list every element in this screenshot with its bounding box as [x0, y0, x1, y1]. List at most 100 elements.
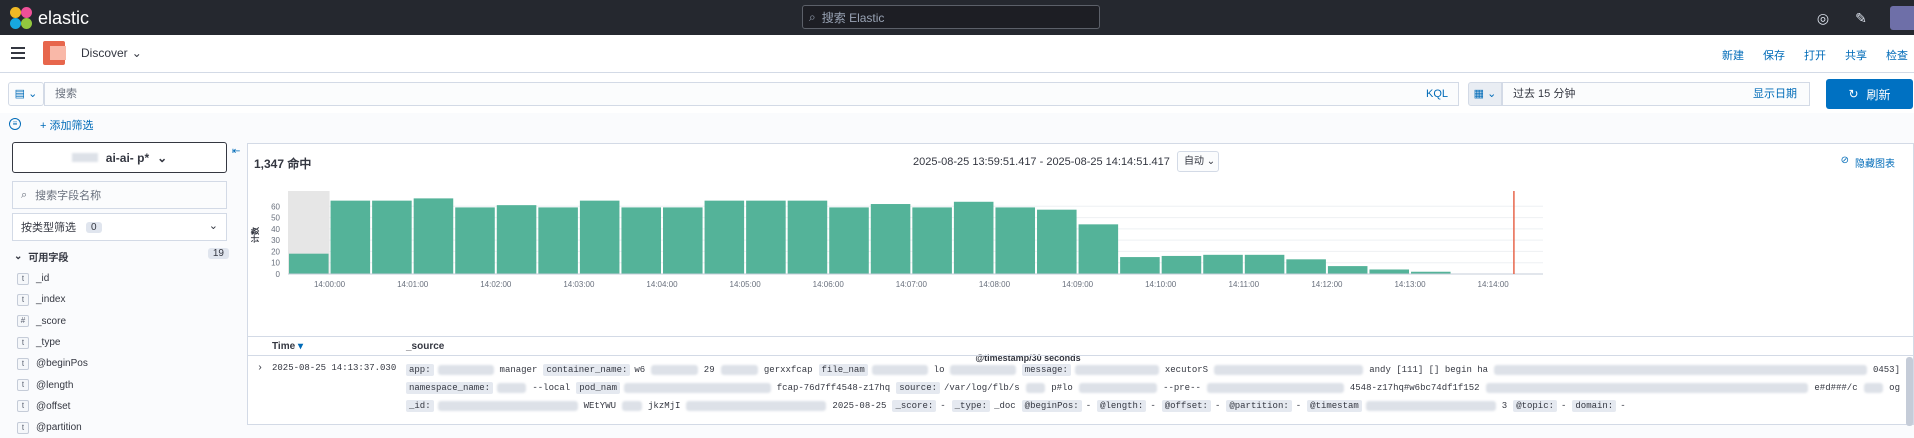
field-item[interactable]: t _index — [17, 289, 232, 310]
interval-select[interactable]: 自动 ⌄ — [1177, 151, 1219, 172]
breadcrumb[interactable]: Discover ⌄ — [81, 46, 142, 60]
y-tick-label: 30 — [271, 236, 280, 245]
available-fields-count: 19 — [207, 248, 229, 259]
field-search-input[interactable]: ⌕ 搜索字段名称 — [12, 181, 227, 209]
x-tick-label: 14:12:00 — [1311, 280, 1343, 289]
x-tick-label: 14:02:00 — [480, 280, 512, 289]
histogram-bar — [496, 205, 537, 274]
field-item[interactable]: # _score — [17, 311, 232, 332]
field-type-icon: t — [17, 336, 29, 349]
histogram-bar — [1120, 257, 1160, 274]
histogram-bar — [1037, 209, 1077, 274]
add-filter-button[interactable]: + 添加筛选 — [40, 117, 93, 133]
histogram-svg: 计数 0 10 20 30 40 50 60 14:00:00 14:01:00 14:02:00 1… — [250, 191, 1543, 289]
field-type-icon: # — [17, 315, 29, 328]
histogram-bar — [870, 204, 911, 274]
field-item[interactable]: t @offset — [17, 396, 232, 417]
table-header: Time ▾ _source — [248, 336, 1914, 356]
newsfeed-icon[interactable]: ✎ — [1852, 9, 1870, 27]
index-pattern-select[interactable]: ai-ai- p* ⌄ — [12, 142, 227, 173]
y-tick-label: 0 — [276, 270, 281, 279]
refresh-icon: ↻ — [1848, 87, 1859, 101]
collapse-sidebar-icon[interactable]: ⇤ — [232, 146, 240, 157]
field-type-icon: t — [17, 272, 29, 285]
chevron-down-icon: ⌄ — [208, 220, 218, 232]
logo-text: elastic — [38, 7, 90, 28]
search-icon: ⌕ — [809, 9, 816, 24]
table-row[interactable]: › 2025-08-25 14:13:37.030 app: manager co… — [248, 357, 1908, 426]
field-item[interactable]: t _type — [17, 332, 232, 353]
histogram-bar — [663, 207, 703, 274]
new-button[interactable]: 新建 — [1722, 47, 1744, 63]
inspect-button[interactable]: 检查 — [1886, 47, 1908, 63]
field-name: @offset — [36, 400, 71, 412]
hide-chart-button[interactable]: ⊘ 隐藏图表 — [1841, 155, 1895, 170]
y-tick-label: 10 — [271, 259, 280, 268]
filter-options-icon[interactable]: ≡ — [9, 118, 21, 130]
field-item[interactable]: t @beginPos — [17, 353, 232, 374]
search-icon: ⌕ — [21, 188, 28, 201]
field-name: _type — [36, 337, 61, 349]
hit-count: 1,347 命中 — [254, 157, 312, 171]
share-button[interactable]: 共享 — [1845, 47, 1867, 63]
field-type-icon: t — [17, 421, 29, 434]
x-tick-label: 14:09:00 — [1062, 280, 1094, 289]
x-tick-label: 14:05:00 — [730, 280, 762, 289]
interval-value: 自动 — [1184, 156, 1204, 167]
saved-query-button[interactable]: ▤ ⌄ — [8, 82, 44, 106]
breadcrumb-discover[interactable]: Discover — [81, 46, 128, 60]
type-filter-button[interactable]: 按类型筛选 0 ⌄ — [12, 213, 227, 241]
x-tick-label: 14:03:00 — [563, 280, 595, 289]
menu-icon[interactable] — [11, 47, 25, 59]
histogram-bar — [1161, 255, 1202, 274]
refresh-button[interactable]: ↻ 刷新 — [1826, 79, 1913, 109]
date-range-value: 过去 15 分钟 — [1513, 88, 1576, 100]
help-icon[interactable]: ◎ — [1814, 9, 1832, 27]
histogram-bar — [1078, 224, 1119, 274]
query-input[interactable]: 搜索 KQL — [44, 82, 1459, 106]
query-placeholder: 搜索 — [55, 88, 77, 100]
row-source: app: manager container_name: w6 29 gerxxfcap… — [406, 361, 1906, 415]
field-name: _id — [36, 273, 50, 285]
show-dates-button[interactable]: 显示日期 — [1753, 83, 1809, 105]
field-item[interactable]: t @length — [17, 374, 232, 395]
sort-down-icon: ▾ — [297, 341, 303, 352]
histogram-bar — [538, 207, 578, 274]
field-item[interactable]: t _id — [17, 268, 232, 289]
histogram-bar — [1369, 269, 1410, 274]
discover-main: 1,347 命中 2025-08-25 13:59:51.417 - 2025-… — [247, 143, 1914, 426]
expand-row-icon[interactable]: › — [257, 363, 263, 374]
column-header-time[interactable]: Time ▾ — [272, 341, 303, 352]
user-avatar[interactable] — [1890, 6, 1914, 30]
save-button[interactable]: 保存 — [1763, 47, 1785, 63]
histogram-chart[interactable]: 计数 0 10 20 30 40 50 60 14:00:00 14:01:00 14:02:00 1… — [248, 183, 1914, 363]
field-search-placeholder: 搜索字段名称 — [35, 190, 102, 202]
global-search-input[interactable]: ⌕ 搜索 Elastic — [802, 5, 1100, 29]
table-scrollbar[interactable] — [1906, 357, 1913, 426]
field-name: _index — [36, 294, 66, 306]
column-header-source: _source — [406, 341, 445, 352]
chevron-down-icon: ⌄ — [131, 46, 142, 60]
field-item[interactable]: t @partition — [17, 417, 232, 438]
available-fields-toggle[interactable]: ⌄ 可用字段 19 — [14, 248, 229, 264]
histogram-bar — [746, 200, 786, 274]
index-pattern-label: ai-ai- p* — [105, 150, 150, 165]
field-name: @length — [36, 379, 74, 391]
x-tick-label: 14:01:00 — [397, 280, 429, 289]
histogram-bar — [1203, 254, 1243, 274]
elastic-logo[interactable]: elastic — [10, 7, 89, 29]
field-type-icon: t — [17, 379, 29, 392]
field-name: @partition — [36, 422, 82, 434]
field-name: _score — [36, 315, 67, 327]
histogram-bar — [1286, 259, 1326, 274]
type-filter-count: 0 — [86, 221, 102, 233]
open-button[interactable]: 打开 — [1804, 47, 1826, 63]
histogram-bar — [995, 207, 1036, 274]
quick-date-button[interactable]: ▦ ⌄ — [1468, 82, 1502, 106]
saved-query-icon: ▤ ⌄ — [14, 88, 38, 100]
date-range-field[interactable]: 过去 15 分钟 显示日期 — [1502, 82, 1810, 106]
kql-toggle[interactable]: KQL — [1426, 83, 1458, 105]
app-nav: Discover ⌄ 新建 保存 打开 共享 检查 — [0, 35, 1914, 73]
field-name: @beginPos — [36, 358, 88, 370]
x-tick-label: 14:04:00 — [646, 280, 678, 289]
